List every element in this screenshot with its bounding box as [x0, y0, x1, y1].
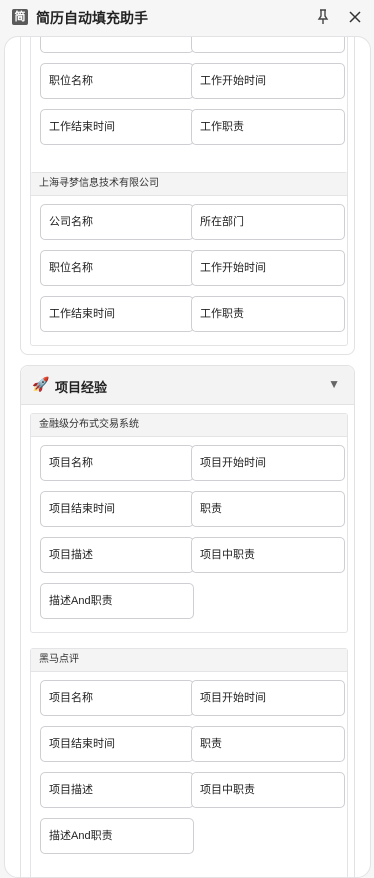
project-end-time-field[interactable]: 项目结束时间 — [40, 726, 194, 762]
position-name-field[interactable]: 职位名称 — [40, 250, 194, 286]
position-name-field[interactable]: 职位名称 — [40, 63, 194, 99]
work-group: 上海寻梦信息技术有限公司 公司名称 所在部门 职位名称 工作开始时间 工作结束时… — [30, 172, 348, 346]
department-field[interactable]: 所在部门 — [191, 204, 345, 240]
work-duty-field[interactable]: 工作职责 — [191, 296, 345, 332]
content-panel[interactable]: 职位名称 工作开始时间 工作结束时间 工作职责 上海寻梦信息技术有限公司 公司名… — [4, 36, 371, 878]
pin-icon[interactable] — [315, 8, 331, 26]
project-group: 黑马点评 项目名称 项目开始时间 项目结束时间 职责 项目描述 项目中职责 描述… — [30, 648, 348, 877]
company-name-field[interactable]: 公司名称 — [40, 204, 194, 240]
project-end-time-field[interactable]: 项目结束时间 — [40, 491, 194, 527]
description-and-duty-field[interactable]: 描述And职责 — [40, 818, 194, 854]
project-experience-section: 🚀 项目经验 ▼ 金融级分布式交易系统 项目名称 项目开始时间 项目结束时间 职… — [20, 365, 355, 877]
work-start-time-field[interactable]: 工作开始时间 — [191, 63, 345, 99]
project-name-field[interactable]: 项目名称 — [40, 445, 194, 481]
work-experience-section: 职位名称 工作开始时间 工作结束时间 工作职责 上海寻梦信息技术有限公司 公司名… — [20, 37, 355, 355]
project-group: 金融级分布式交易系统 项目名称 项目开始时间 项目结束时间 职责 项目描述 项目… — [30, 413, 348, 633]
project-description-field[interactable]: 项目描述 — [40, 772, 194, 808]
company-group-title: 上海寻梦信息技术有限公司 — [31, 173, 347, 196]
project-start-time-field[interactable]: 项目开始时间 — [191, 680, 345, 716]
collapse-arrow-icon[interactable]: ▼ — [328, 377, 340, 391]
project-description-field[interactable]: 项目描述 — [40, 537, 194, 573]
duty-field[interactable]: 职责 — [191, 726, 345, 762]
work-start-time-field[interactable]: 工作开始时间 — [191, 250, 345, 286]
rocket-icon: 🚀 — [32, 376, 50, 392]
partial-field[interactable] — [191, 37, 345, 53]
partial-field[interactable] — [40, 37, 194, 53]
project-group-title: 金融级分布式交易系统 — [31, 414, 347, 437]
work-duty-field[interactable]: 工作职责 — [191, 109, 345, 145]
title-bar: 简 简历自动填充助手 — [0, 0, 374, 34]
project-section-title: 项目经验 — [55, 380, 108, 395]
work-group: 职位名称 工作开始时间 工作结束时间 工作职责 — [30, 37, 348, 177]
project-name-field[interactable]: 项目名称 — [40, 680, 194, 716]
project-duty-field[interactable]: 项目中职责 — [191, 537, 345, 573]
work-end-time-field[interactable]: 工作结束时间 — [40, 109, 194, 145]
window-title: 简历自动填充助手 — [36, 10, 148, 26]
project-duty-field[interactable]: 项目中职责 — [191, 772, 345, 808]
duty-field[interactable]: 职责 — [191, 491, 345, 527]
close-icon[interactable] — [346, 8, 364, 26]
work-end-time-field[interactable]: 工作结束时间 — [40, 296, 194, 332]
project-group-title: 黑马点评 — [31, 649, 347, 672]
app-logo-icon: 简 — [12, 9, 28, 25]
project-start-time-field[interactable]: 项目开始时间 — [191, 445, 345, 481]
description-and-duty-field[interactable]: 描述And职责 — [40, 583, 194, 619]
project-section-header[interactable]: 🚀 项目经验 ▼ — [21, 366, 354, 405]
